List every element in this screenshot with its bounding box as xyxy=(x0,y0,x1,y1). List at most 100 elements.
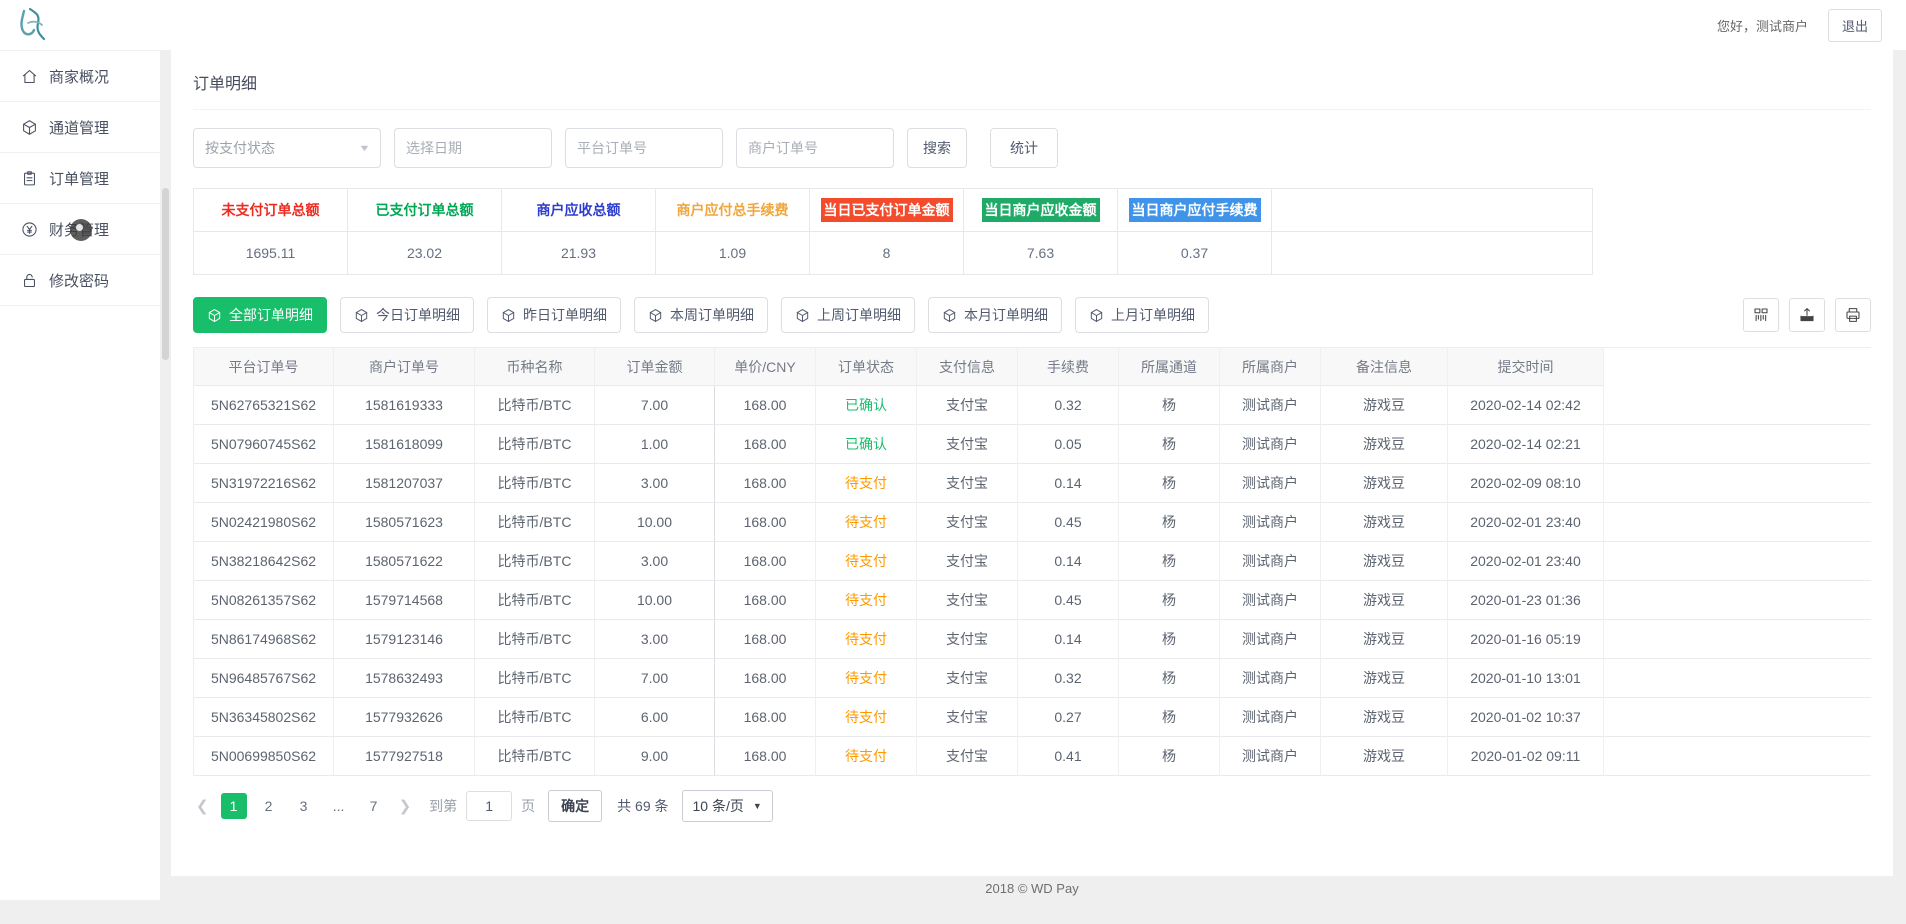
column-header: 备注信息 xyxy=(1321,348,1448,386)
summary-label: 已支付订单总额 xyxy=(376,200,474,220)
order-amount: 6.00 xyxy=(595,698,715,737)
payment-info: 支付宝 xyxy=(917,386,1018,425)
submit-time: 2020-02-09 08:10 xyxy=(1448,464,1604,503)
table-row: 5N38218642S62 1580571622 比特币/BTC 3.00 16… xyxy=(193,542,1871,581)
summary-header-cell: 当日商户应付手续费 xyxy=(1118,189,1272,231)
confirm-page-button[interactable]: 确定 xyxy=(548,790,602,822)
column-header: 所属商户 xyxy=(1220,348,1321,386)
unit-price: 168.00 xyxy=(715,425,816,464)
logout-button[interactable]: 退出 xyxy=(1828,9,1882,42)
fee: 0.41 xyxy=(1018,737,1119,776)
page-number-button[interactable]: ... xyxy=(326,793,352,819)
columns-icon xyxy=(1752,306,1770,324)
row-filler xyxy=(1604,464,1871,503)
fee: 0.27 xyxy=(1018,698,1119,737)
payment-status-select[interactable]: 按支付状态 ▼ xyxy=(193,128,381,168)
order-amount: 1.00 xyxy=(595,425,715,464)
platform-order-no: 5N31972216S62 xyxy=(194,464,334,503)
cube-icon xyxy=(1089,308,1104,323)
merchant-order-no: 1577927518 xyxy=(334,737,475,776)
currency-name: 比特币/BTC xyxy=(475,542,595,581)
per-page-select[interactable]: 10 条/页 ▼ xyxy=(682,790,773,822)
remark: 游戏豆 xyxy=(1321,464,1448,503)
channel: 杨 xyxy=(1119,581,1220,620)
sidebar-item-channel-management[interactable]: 通道管理 xyxy=(0,102,160,153)
platform-order-no: 5N02421980S62 xyxy=(194,503,334,542)
order-detail-tab[interactable]: 今日订单明细 xyxy=(340,297,474,333)
order-detail-tab[interactable]: 本月订单明细 xyxy=(928,297,1062,333)
submit-time: 2020-01-02 09:11 xyxy=(1448,737,1604,776)
sidebar-item-change-password[interactable]: 修改密码 xyxy=(0,255,160,306)
platform-order-no: 5N96485767S62 xyxy=(194,659,334,698)
merchant: 测试商户 xyxy=(1220,620,1321,659)
order-detail-tab[interactable]: 昨日订单明细 xyxy=(487,297,621,333)
cube-icon xyxy=(648,308,663,323)
merchant-order-no: 1580571623 xyxy=(334,503,475,542)
order-detail-tab[interactable]: 本周订单明细 xyxy=(634,297,768,333)
merchant: 测试商户 xyxy=(1220,464,1321,503)
merchant: 测试商户 xyxy=(1220,659,1321,698)
print-icon xyxy=(1844,306,1862,324)
page-number-button[interactable]: 7 xyxy=(361,793,387,819)
summary-header-cell: 商户应付总手续费 xyxy=(656,189,810,231)
submit-time: 2020-02-14 02:21 xyxy=(1448,425,1604,464)
goto-page-input[interactable] xyxy=(466,791,512,821)
row-filler xyxy=(1604,425,1871,464)
orders-table-body: 5N62765321S62 1581619333 比特币/BTC 7.00 16… xyxy=(193,386,1871,776)
remark: 游戏豆 xyxy=(1321,659,1448,698)
footer: 2018 © WD Pay xyxy=(171,876,1893,900)
prev-page-icon[interactable]: ❮ xyxy=(193,797,212,815)
summary-header-cell: 当日商户应收金额 xyxy=(964,189,1118,231)
column-header: 支付信息 xyxy=(917,348,1018,386)
channel: 杨 xyxy=(1119,542,1220,581)
wd-pay-logo-icon xyxy=(12,4,52,46)
remark: 游戏豆 xyxy=(1321,386,1448,425)
sidebar-scrollbar-thumb[interactable] xyxy=(162,188,169,360)
stats-button[interactable]: 统计 xyxy=(990,128,1058,168)
page-number-button[interactable]: 1 xyxy=(221,793,247,819)
channel: 杨 xyxy=(1119,659,1220,698)
order-status: 待支付 xyxy=(816,737,917,776)
summary-value: 7.63 xyxy=(964,232,1118,274)
cube-icon xyxy=(795,308,810,323)
payment-info: 支付宝 xyxy=(917,542,1018,581)
unit-price: 168.00 xyxy=(715,698,816,737)
sidebar-item-merchant-overview[interactable]: 商家概况 xyxy=(0,51,160,102)
page-number-button[interactable]: 2 xyxy=(256,793,282,819)
total-count-label: 共 69 条 xyxy=(617,796,668,816)
submit-time: 2020-01-23 01:36 xyxy=(1448,581,1604,620)
order-status: 待支付 xyxy=(816,503,917,542)
summary-value: 0.37 xyxy=(1118,232,1272,274)
order-amount: 7.00 xyxy=(595,659,715,698)
print-button[interactable] xyxy=(1835,298,1871,332)
order-detail-tab[interactable]: 上月订单明细 xyxy=(1075,297,1209,333)
next-page-icon[interactable]: ❯ xyxy=(396,797,415,815)
fee: 0.14 xyxy=(1018,542,1119,581)
channel: 杨 xyxy=(1119,503,1220,542)
sidebar-item-order-management[interactable]: 订单管理 xyxy=(0,153,160,204)
home-icon xyxy=(21,68,38,85)
payment-info: 支付宝 xyxy=(917,581,1018,620)
merchant-order-input[interactable] xyxy=(736,128,894,168)
table-row: 5N02421980S62 1580571623 比特币/BTC 10.00 1… xyxy=(193,503,1871,542)
order-status: 已确认 xyxy=(816,425,917,464)
channel: 杨 xyxy=(1119,386,1220,425)
column-header: 所属通道 xyxy=(1119,348,1220,386)
cube-icon xyxy=(354,308,369,323)
order-detail-tab[interactable]: 上周订单明细 xyxy=(781,297,915,333)
date-input[interactable] xyxy=(394,128,552,168)
channel: 杨 xyxy=(1119,698,1220,737)
search-button[interactable]: 搜索 xyxy=(907,128,967,168)
page-number-button[interactable]: 3 xyxy=(291,793,317,819)
sidebar-item-finance-management[interactable]: 财务管理 xyxy=(0,204,160,255)
currency-name: 比特币/BTC xyxy=(475,581,595,620)
row-filler xyxy=(1604,581,1871,620)
column-header: 单价/CNY xyxy=(715,348,816,386)
order-detail-tab[interactable]: 全部订单明细 xyxy=(193,297,327,333)
columns-toggle-button[interactable] xyxy=(1743,298,1779,332)
platform-order-input[interactable] xyxy=(565,128,723,168)
export-button[interactable] xyxy=(1789,298,1825,332)
tab-label: 上月订单明细 xyxy=(1111,305,1195,325)
cube-icon xyxy=(501,308,516,323)
merchant-order-no: 1581618099 xyxy=(334,425,475,464)
